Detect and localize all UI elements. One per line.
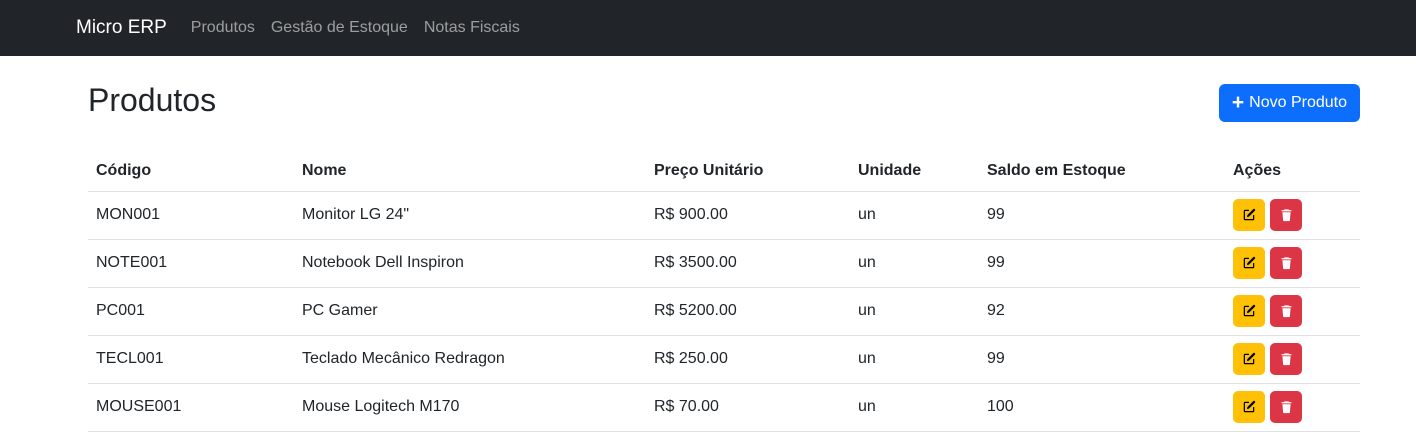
cell-preco: R$ 70.00 bbox=[654, 398, 719, 415]
cell-preco: R$ 250.00 bbox=[654, 350, 728, 367]
cell-codigo: TECL001 bbox=[96, 350, 164, 367]
header-preco-unitario: Preço Unitário bbox=[654, 162, 764, 180]
table-row: PC001 PC Gamer R$ 5200.00 un 92 bbox=[88, 287, 1360, 335]
trash-icon bbox=[1280, 304, 1293, 318]
brand-link[interactable]: Micro ERP bbox=[76, 17, 167, 39]
trash-icon bbox=[1280, 400, 1293, 414]
products-table: Código Nome Preço Unitário Unidade Saldo… bbox=[88, 150, 1360, 432]
cell-unidade: un bbox=[858, 350, 876, 367]
header-nome: Nome bbox=[302, 162, 347, 180]
plus-icon: + bbox=[1231, 90, 1245, 114]
cell-nome: Monitor LG 24" bbox=[302, 206, 410, 223]
cell-nome: Mouse Logitech M170 bbox=[302, 398, 460, 415]
header-codigo: Código bbox=[96, 162, 152, 180]
nav-link-produtos[interactable]: Produtos bbox=[191, 19, 255, 37]
cell-actions bbox=[1225, 239, 1360, 287]
edit-icon bbox=[1242, 304, 1256, 318]
delete-button[interactable] bbox=[1270, 343, 1303, 375]
cell-preco: R$ 3500.00 bbox=[654, 254, 737, 271]
cell-nome: PC Gamer bbox=[302, 302, 378, 319]
edit-icon bbox=[1242, 256, 1256, 270]
page-title: Produtos bbox=[88, 82, 217, 118]
new-product-label: Novo Produto bbox=[1249, 94, 1347, 111]
cell-saldo: 99 bbox=[987, 254, 1005, 271]
trash-icon bbox=[1280, 352, 1293, 366]
trash-icon bbox=[1280, 208, 1293, 222]
cell-unidade: un bbox=[858, 398, 876, 415]
delete-button[interactable] bbox=[1270, 295, 1303, 327]
edit-button[interactable] bbox=[1233, 343, 1265, 375]
main-content: Produtos + Novo Produto Código Nome Preç… bbox=[88, 56, 1360, 432]
delete-button[interactable] bbox=[1270, 391, 1303, 423]
table-row: MOUSE001 Mouse Logitech M170 R$ 70.00 un 100 bbox=[88, 383, 1360, 431]
cell-preco: R$ 5200.00 bbox=[654, 302, 737, 319]
cell-codigo: MOUSE001 bbox=[96, 398, 182, 415]
delete-button[interactable] bbox=[1270, 247, 1303, 279]
nav-link-notas-fiscais[interactable]: Notas Fiscais bbox=[424, 19, 520, 37]
cell-unidade: un bbox=[858, 302, 876, 319]
edit-icon bbox=[1242, 352, 1256, 366]
cell-saldo: 99 bbox=[987, 206, 1005, 223]
table-row: MON001 Monitor LG 24" R$ 900.00 un 99 bbox=[88, 191, 1360, 239]
trash-icon bbox=[1280, 256, 1293, 270]
cell-unidade: un bbox=[858, 206, 876, 223]
cell-preco: R$ 900.00 bbox=[654, 206, 728, 223]
cell-actions bbox=[1225, 383, 1360, 431]
edit-icon bbox=[1242, 208, 1256, 222]
title-row: Produtos + Novo Produto bbox=[88, 56, 1360, 150]
delete-button[interactable] bbox=[1270, 199, 1303, 231]
edit-button[interactable] bbox=[1233, 295, 1265, 327]
cell-saldo: 92 bbox=[987, 302, 1005, 319]
products-table-body: MON001 Monitor LG 24" R$ 900.00 un 99 NOTE00… bbox=[88, 191, 1360, 431]
cell-codigo: MON001 bbox=[96, 206, 161, 223]
table-row: TECL001 Teclado Mecânico Redragon R$ 250.0… bbox=[88, 335, 1360, 383]
edit-button[interactable] bbox=[1233, 391, 1265, 423]
table-row: NOTE001 Notebook Dell Inspiron R$ 3500.00 u… bbox=[88, 239, 1360, 287]
cell-nome: Teclado Mecânico Redragon bbox=[302, 350, 505, 367]
edit-icon bbox=[1242, 400, 1256, 414]
cell-saldo: 100 bbox=[987, 398, 1014, 415]
edit-button[interactable] bbox=[1233, 247, 1265, 279]
cell-nome: Notebook Dell Inspiron bbox=[302, 254, 464, 271]
table-header-row: Código Nome Preço Unitário Unidade Saldo… bbox=[88, 150, 1360, 191]
cell-codigo: PC001 bbox=[96, 302, 145, 319]
header-unidade: Unidade bbox=[858, 162, 922, 180]
cell-actions bbox=[1225, 335, 1360, 383]
header-saldo-estoque: Saldo em Estoque bbox=[987, 162, 1126, 180]
cell-saldo: 99 bbox=[987, 350, 1005, 367]
cell-unidade: un bbox=[858, 254, 876, 271]
header-acoes: Ações bbox=[1233, 162, 1282, 180]
new-product-button[interactable]: + Novo Produto bbox=[1218, 84, 1360, 122]
nav-link-gestao-estoque[interactable]: Gestão de Estoque bbox=[271, 19, 408, 37]
cell-codigo: NOTE001 bbox=[96, 254, 168, 271]
edit-button[interactable] bbox=[1233, 199, 1265, 231]
top-navbar: Micro ERP Produtos Gestão de Estoque Not… bbox=[0, 0, 1416, 56]
cell-actions bbox=[1225, 191, 1360, 239]
cell-actions bbox=[1225, 287, 1360, 335]
